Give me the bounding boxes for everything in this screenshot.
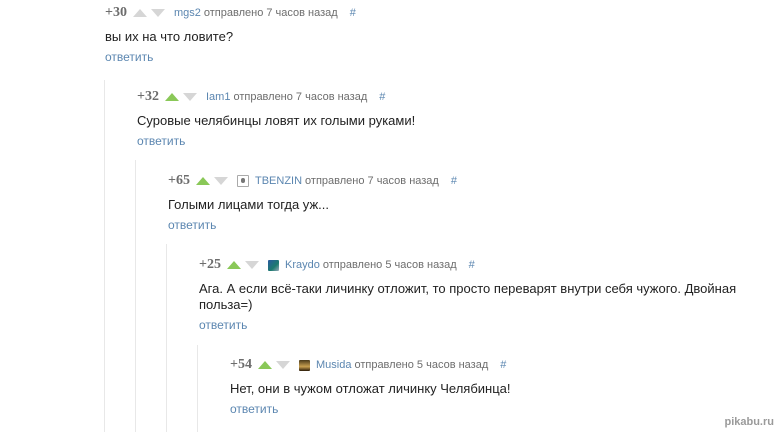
downvote-icon[interactable] <box>182 93 197 101</box>
reply-button[interactable]: ответить <box>168 218 216 232</box>
comment-text-line: польза=) <box>199 297 253 312</box>
comment-text: Суровые челябинцы ловят их голыми руками… <box>137 113 416 128</box>
comment-text: Голыми лицами тогда уж... <box>168 197 329 212</box>
upvote-icon[interactable] <box>257 361 272 369</box>
downvote-icon[interactable] <box>213 177 228 185</box>
comment-timestamp: отправлено 5 часов назад <box>354 359 489 371</box>
comment-meta: +32 Iam1 отправлено 7 часов назад # <box>137 87 415 107</box>
comment-rating: +30 <box>105 5 127 20</box>
comment-meta: +30 mgs2 отправлено 7 часов назад # <box>105 3 356 23</box>
thread-line <box>135 160 136 432</box>
downvote-icon[interactable] <box>275 361 290 369</box>
downvote-icon[interactable] <box>244 261 259 269</box>
upvote-icon[interactable] <box>132 9 147 17</box>
comment-rating: +65 <box>168 173 190 188</box>
reply-button[interactable]: ответить <box>105 50 153 64</box>
comment-permalink[interactable]: # <box>451 175 457 187</box>
reply-button[interactable]: ответить <box>230 402 278 416</box>
comment-rating: +25 <box>199 257 221 272</box>
comment-meta: +25 Kraydo отправлено 5 часов назад # <box>199 255 736 275</box>
comment-permalink[interactable]: # <box>469 259 475 271</box>
comment-text: Ага. А если всё-таки личинку отложит, то… <box>199 281 736 313</box>
comment-author[interactable]: mgs2 <box>174 7 201 19</box>
comment-author[interactable]: Musida <box>316 359 351 371</box>
avatar-icon[interactable] <box>298 359 310 371</box>
comment-author[interactable]: Iam1 <box>206 91 230 103</box>
comment: +30 mgs2 отправлено 7 часов назад # вы и… <box>105 3 356 66</box>
comment-timestamp: отправлено 5 часов назад <box>322 259 457 271</box>
watermark-logo: pikabu.ru <box>724 416 774 428</box>
comment-author[interactable]: TBENZIN <box>255 175 302 187</box>
reply-button[interactable]: ответить <box>199 318 247 332</box>
thread-line <box>166 244 167 432</box>
comment-rating: +54 <box>230 357 252 372</box>
upvote-icon[interactable] <box>164 93 179 101</box>
comment: +25 Kraydo отправлено 5 часов назад # Аг… <box>199 255 736 334</box>
comment-meta: +54 Musida отправлено 5 часов назад # <box>230 355 511 375</box>
comment-timestamp: отправлено 7 часов назад <box>203 7 338 19</box>
upvote-icon[interactable] <box>195 177 210 185</box>
comment-text: вы их на что ловите? <box>105 29 234 44</box>
comment-author[interactable]: Kraydo <box>285 259 320 271</box>
upvote-icon[interactable] <box>226 261 241 269</box>
avatar-icon[interactable] <box>236 175 249 187</box>
comment-permalink[interactable]: # <box>379 91 385 103</box>
comment-rating: +32 <box>137 89 159 104</box>
comment-meta: +65 TBENZIN отправлено 7 часов назад # <box>168 171 457 191</box>
comment: +65 TBENZIN отправлено 7 часов назад # Г… <box>168 171 457 234</box>
comment-permalink[interactable]: # <box>350 7 356 19</box>
comment-text-line: Ага. А если всё-таки личинку отложит, то… <box>199 281 737 296</box>
thread-line <box>104 80 105 432</box>
comment-text: Нет, они в чужом отложат личинку Челябин… <box>230 381 511 396</box>
comment: +54 Musida отправлено 5 часов назад # Не… <box>230 355 511 418</box>
comment: +32 Iam1 отправлено 7 часов назад # Суро… <box>137 87 415 150</box>
comment-timestamp: отправлено 7 часов назад <box>233 91 368 103</box>
thread-line <box>197 345 198 432</box>
reply-button[interactable]: ответить <box>137 134 185 148</box>
comment-timestamp: отправлено 7 часов назад <box>305 175 439 187</box>
avatar-icon[interactable] <box>267 259 279 271</box>
comment-permalink[interactable]: # <box>500 359 506 371</box>
downvote-icon[interactable] <box>150 9 165 17</box>
